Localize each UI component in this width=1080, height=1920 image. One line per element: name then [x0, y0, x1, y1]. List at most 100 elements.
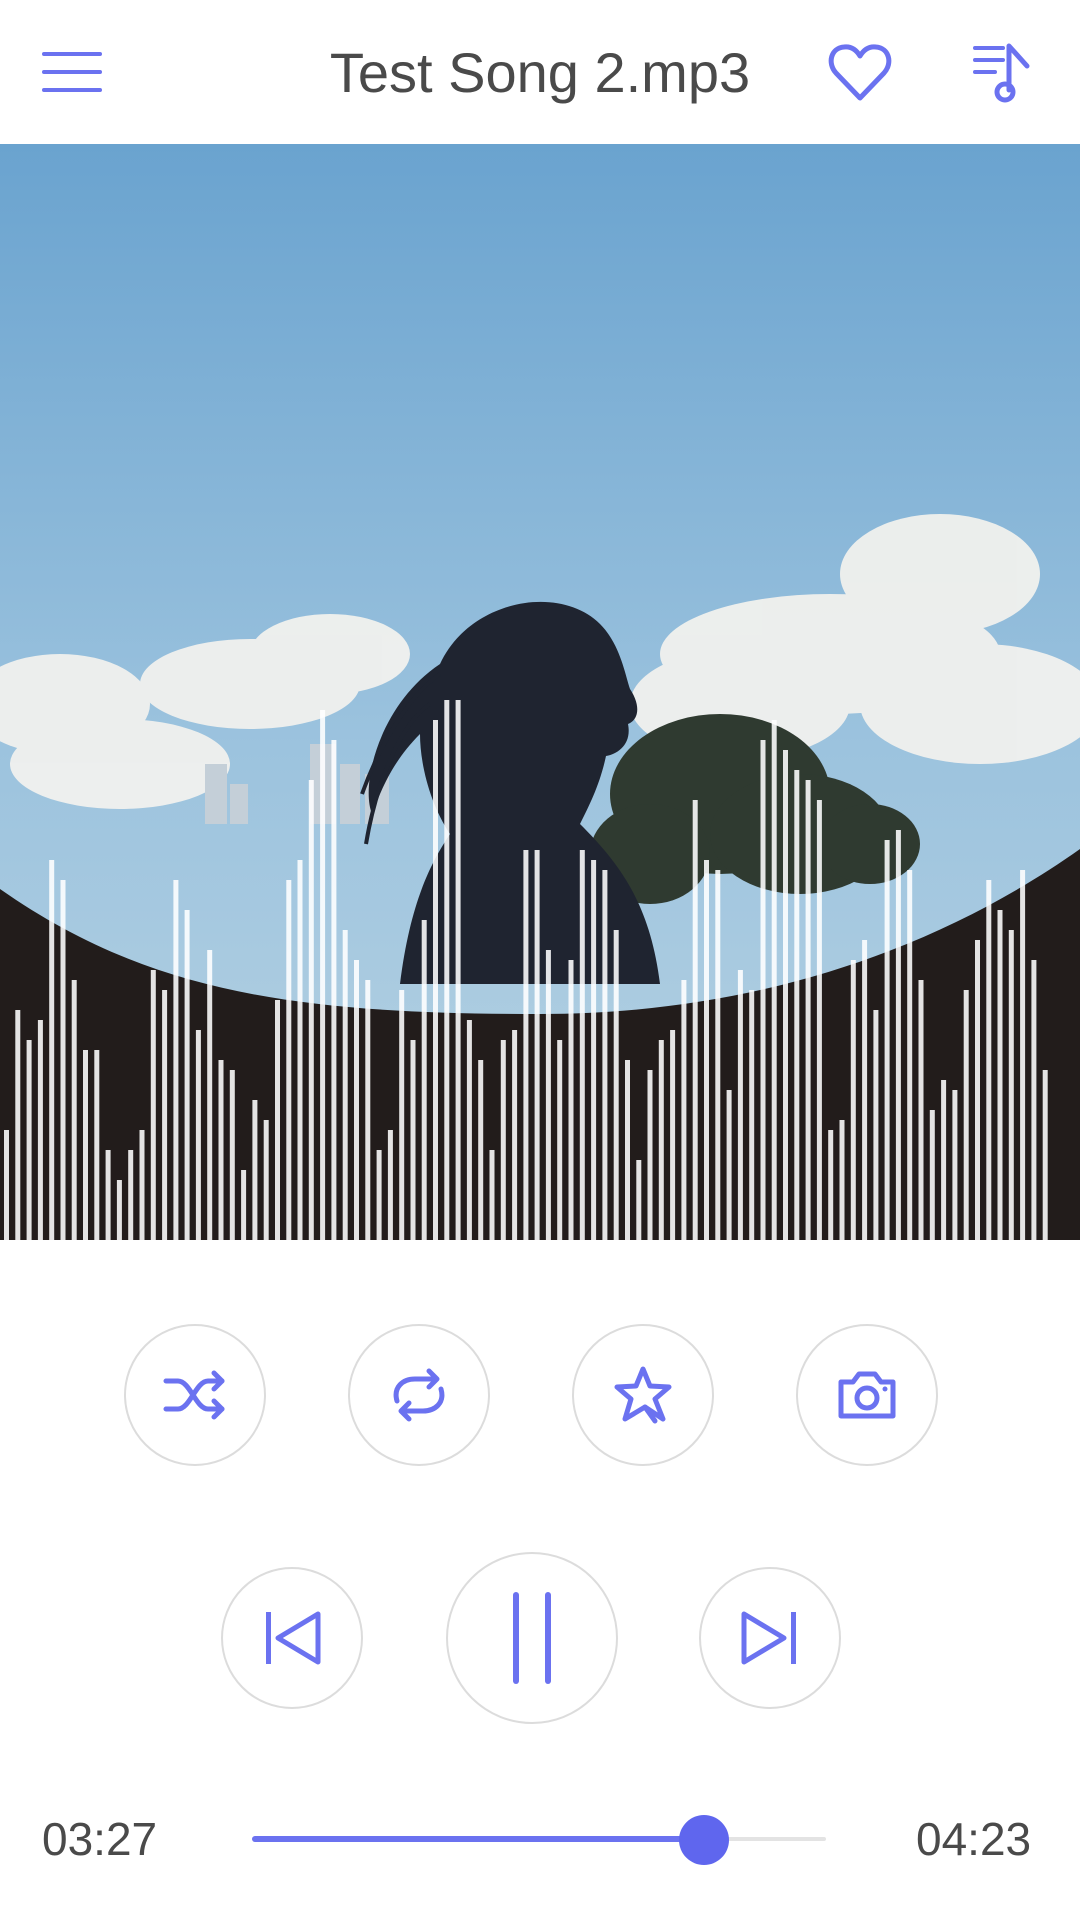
visualizer-bar — [704, 860, 709, 1240]
playlist-button[interactable] — [966, 36, 1038, 108]
visualizer-bar — [1020, 870, 1026, 1240]
current-time: 03:27 — [42, 1813, 158, 1865]
visualizer-bar — [557, 1040, 563, 1240]
visualizer-bar — [252, 1100, 258, 1240]
visualizer-bar — [297, 860, 303, 1240]
visualizer-bar — [737, 970, 743, 1240]
seek-thumb[interactable] — [678, 1815, 729, 1865]
visualizer-bar — [771, 720, 777, 1240]
visualizer-bar — [568, 960, 574, 1240]
visualizer-bar — [466, 1020, 472, 1240]
visualizer-bar — [839, 1120, 845, 1240]
visualizer-bar — [162, 990, 168, 1240]
visualizer-bar — [1031, 960, 1037, 1240]
visualizer-bar — [387, 1130, 393, 1240]
visualizer-bar — [523, 850, 529, 1240]
visualizer-bar — [918, 980, 924, 1240]
visualizer-bar — [195, 1030, 201, 1240]
visualizer-bar — [794, 770, 800, 1240]
app-header: Test Song 2.mp3 — [0, 0, 1080, 144]
visualizer-bar — [579, 850, 585, 1240]
skip-previous-icon — [266, 1611, 321, 1665]
visualizer-bar — [602, 870, 608, 1240]
visualizer-bar — [500, 1040, 506, 1240]
visualizer-bar — [805, 780, 811, 1240]
visualizer-bar — [591, 860, 597, 1240]
visualizer-bar — [286, 880, 292, 1240]
visualizer-bar — [907, 870, 913, 1240]
visualizer-bar — [715, 870, 721, 1240]
visualizer-bar — [1042, 1070, 1048, 1240]
visualizer-bar — [997, 910, 1003, 1240]
visualizer-bar — [128, 1150, 134, 1240]
visualizer-bar — [478, 1060, 484, 1240]
effects-button[interactable] — [572, 1324, 714, 1466]
menu-button[interactable] — [36, 36, 108, 108]
visualizer-bar — [139, 1130, 145, 1240]
visualizer-bar — [545, 950, 551, 1240]
visualizer-bar — [692, 800, 698, 1240]
visualizer-bar — [636, 1160, 642, 1240]
visualizer-bar — [816, 800, 822, 1240]
visualizer-bar — [534, 850, 540, 1240]
camera-button[interactable] — [796, 1324, 938, 1466]
visualizer-bar — [354, 960, 359, 1240]
visualizer-bar — [963, 990, 969, 1240]
visualizer-bar — [331, 740, 337, 1240]
pause-button[interactable] — [446, 1552, 618, 1724]
visualizer-bar — [862, 940, 868, 1240]
visualizer-bar — [433, 720, 438, 1240]
visualizer-bar — [681, 980, 687, 1240]
shuffle-icon — [163, 1370, 225, 1420]
visualizer-bar — [850, 960, 856, 1240]
visualizer-bar — [83, 1050, 88, 1240]
visualizer-bar — [670, 1030, 676, 1240]
visualizer-bar — [342, 930, 348, 1240]
visualizer-bar — [49, 860, 55, 1240]
pause-icon — [513, 1592, 551, 1684]
visualizer-bar — [94, 1050, 100, 1240]
visualizer-bar — [625, 1060, 630, 1240]
visualizer-bar — [421, 920, 427, 1240]
visualizer-bar — [241, 1170, 247, 1240]
menu-icon — [42, 52, 102, 92]
favorite-button[interactable] — [824, 36, 896, 108]
visualizer-bar — [783, 750, 788, 1240]
star-effects-icon — [614, 1366, 672, 1424]
visualizer-bar — [376, 1150, 382, 1240]
visualizer-bar — [455, 700, 461, 1240]
visualizer-bar — [150, 970, 156, 1240]
seek-bar[interactable] — [252, 1815, 826, 1865]
total-time: 04:23 — [916, 1813, 1032, 1865]
visualizer-bar — [105, 1150, 111, 1240]
visualizer-bar — [760, 740, 766, 1240]
visualizer-bar — [4, 1130, 9, 1240]
visualizer-bar — [173, 880, 179, 1240]
previous-button[interactable] — [221, 1567, 363, 1709]
visualizer-bar — [895, 830, 901, 1240]
camera-icon — [838, 1371, 896, 1419]
song-title: Test Song 2.mp3 — [329, 41, 751, 104]
visualizer-bar — [512, 1030, 518, 1240]
visualizer-bar — [986, 880, 992, 1240]
visualizer-bar — [726, 1090, 732, 1240]
visualizer-bar — [941, 1080, 947, 1240]
next-button[interactable] — [699, 1567, 841, 1709]
heart-icon — [828, 44, 892, 101]
visualizer-bar — [275, 1000, 280, 1240]
visualizer-bar — [71, 980, 77, 1240]
playlist-music-icon — [973, 43, 1030, 103]
visualizer-bar — [37, 1020, 43, 1240]
visualizer-bar — [884, 840, 890, 1240]
visualizer-bar — [410, 1040, 416, 1240]
visualizer-bar — [184, 910, 190, 1240]
visualizer-bar — [952, 1090, 958, 1240]
visualizer-bar — [116, 1180, 122, 1240]
repeat-button[interactable] — [348, 1324, 490, 1466]
visualizer-bar — [489, 1150, 495, 1240]
shuffle-button[interactable] — [124, 1324, 266, 1466]
visualizer-bar — [1008, 930, 1014, 1240]
skip-next-icon — [741, 1611, 796, 1665]
visualizer-bar — [365, 980, 371, 1240]
visualizer-bar — [263, 1120, 269, 1240]
